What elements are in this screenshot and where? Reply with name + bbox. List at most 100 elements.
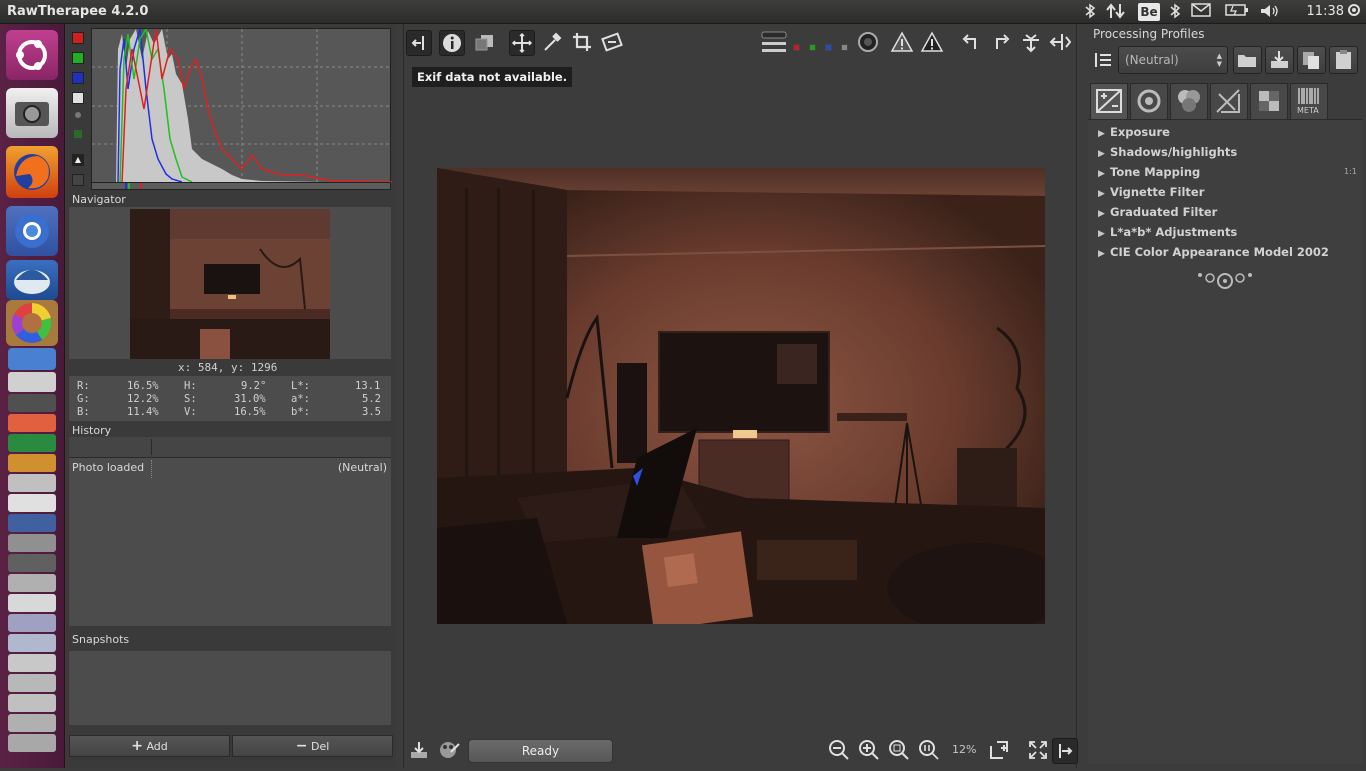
filmstrip-toggle-icon[interactable] [760,30,788,56]
app-stack-icon[interactable] [6,346,58,766]
save-image-icon[interactable] [406,738,432,764]
thunderbird-icon[interactable] [6,260,58,300]
tool-vignette-filter-label: Vignette Filter [1110,185,1205,199]
preview-luminance-button[interactable] [841,44,848,51]
tool-exposure-label: Exposure [1110,125,1170,139]
tool-list: ▶ Exposure ▶ Shadows/highlights ▶ Tone Mapp… [1088,119,1362,764]
tab-raw[interactable] [1250,83,1288,119]
profile-selector[interactable]: (Neutral) ▲ ▼ [1118,46,1228,74]
readout-s-label: S: [184,393,197,405]
chroma-toggle[interactable] [75,112,81,118]
color-wheel-icon[interactable] [6,300,58,346]
profile-list-icon[interactable] [1091,46,1116,74]
tool-ciecam02-label: CIE Color Appearance Model 2002 [1110,245,1329,259]
tool-tone-mapping[interactable]: ▶ Tone Mapping [1098,165,1200,179]
pixel-readout: R: 16.5% G: 12.2% B: 11.4% H: 9.2° S: 31… [69,376,391,421]
preview-blue-button[interactable] [825,44,832,51]
raw-toggle[interactable] [74,130,82,138]
tool-ciecam02[interactable]: ▶ CIE Color Appearance Model 2002 [1098,245,1329,259]
tab-transform[interactable] [1210,83,1248,119]
histogram-mode-icon[interactable] [72,174,84,186]
tab-detail[interactable] [1130,83,1168,119]
editor-status-bar: Ready 12% [404,736,1078,766]
readout-h-value: 9.2° [241,380,267,392]
red-channel-toggle[interactable] [72,32,84,44]
ubuntu-dash-icon[interactable] [6,30,58,80]
preview-green-button[interactable] [809,44,816,51]
rotate-right-icon[interactable] [988,30,1014,56]
readout-s-value: 31.0% [234,393,266,405]
info-icon[interactable] [439,30,465,56]
zoom-out-icon[interactable] [826,738,852,764]
photo-preview[interactable] [437,168,1045,624]
rotate-left-icon[interactable] [958,30,984,56]
hand-tool-icon[interactable] [509,30,535,56]
network-icon[interactable] [1105,3,1127,21]
right-panel: Processing Profiles (Neutral) ▲ ▼ META ▶… [1088,24,1366,768]
white-balance-picker-icon[interactable] [539,30,565,56]
chromium-icon[interactable] [6,206,58,256]
clock[interactable]: 11:38 [1307,4,1344,19]
tool-vignette-filter[interactable]: ▶ Vignette Filter [1098,185,1204,199]
history-row[interactable]: Photo loaded (Neutral) [69,460,391,478]
volume-icon[interactable] [1258,3,1280,21]
blue-channel-toggle[interactable] [72,72,84,84]
luminance-toggle[interactable] [72,92,84,104]
copy-profile-icon[interactable] [1297,46,1326,74]
zoom-100-icon[interactable] [916,738,942,764]
flip-horizontal-icon[interactable] [1048,30,1074,56]
processing-profiles-title: Processing Profiles [1093,27,1205,41]
hide-right-panel-icon[interactable] [1052,738,1078,764]
tab-exposure[interactable] [1090,83,1128,119]
navigator-thumbnail[interactable] [130,209,330,359]
send-to-editor-icon[interactable] [436,738,462,764]
crop-icon[interactable] [569,30,595,56]
green-channel-toggle[interactable] [72,52,84,64]
tool-graduated-filter-label: Graduated Filter [1110,205,1218,219]
bar-toggle-icon[interactable]: ▲ [72,154,84,166]
preview-red-button[interactable] [793,44,800,51]
new-detail-window-icon[interactable] [986,738,1012,764]
paste-profile-icon[interactable] [1329,46,1358,74]
left-panel: ▲ Navigator x: 584, y: 1296 R: 16.5% G: … [66,24,396,768]
tool-graduated-filter[interactable]: ▶ Graduated Filter [1098,205,1217,219]
power-gear-icon[interactable] [1346,3,1362,21]
minus-icon: − [295,738,308,754]
fullscreen-icon[interactable] [1025,738,1051,764]
readout-b-label: B: [77,406,90,418]
flip-vertical-icon[interactable] [1018,30,1044,56]
firefox-icon[interactable] [6,146,58,198]
tab-metadata[interactable]: META [1290,83,1328,119]
keyboard-layout-indicator[interactable]: Be [1138,3,1160,21]
expander-arrow-icon: ▶ [1098,169,1105,179]
bluetooth-icon[interactable] [1083,3,1097,21]
histogram-indicator-bar [91,182,391,190]
tool-shadows-highlights[interactable]: ▶ Shadows/highlights [1098,145,1237,159]
delete-snapshot-label: Del [310,740,330,753]
readout-bb-label: b*: [291,406,310,418]
delete-snapshot-button[interactable]: − Del [232,735,393,757]
camera-icon[interactable] [6,88,58,138]
hide-left-panel-icon[interactable] [406,30,432,56]
add-snapshot-button[interactable]: + Add [69,735,230,757]
tool-lab-adjustments[interactable]: ▶ L*a*b* Adjustments [1098,225,1237,239]
focus-mask-icon[interactable] [855,30,881,56]
editor-toolbar [404,24,1078,62]
tab-color[interactable] [1170,83,1208,119]
snapshots-list[interactable] [69,651,391,725]
straighten-icon[interactable] [599,30,625,56]
navigator-title: Navigator [72,193,126,206]
open-profile-icon[interactable] [1233,46,1262,74]
zoom-fit-icon[interactable] [886,738,912,764]
battery-icon[interactable] [1224,3,1250,21]
history-title: History [72,424,112,437]
save-profile-icon[interactable] [1265,46,1294,74]
highlight-clipping-warning-icon[interactable] [919,30,945,56]
histogram-toggles: ▲ [68,28,88,188]
shadow-clipping-warning-icon[interactable] [889,30,915,56]
zoom-in-icon[interactable] [856,738,882,764]
mail-icon[interactable] [1190,3,1212,21]
before-after-icon[interactable] [471,30,497,56]
tool-exposure[interactable]: ▶ Exposure [1098,125,1170,139]
bluetooth-icon[interactable] [1168,3,1182,21]
